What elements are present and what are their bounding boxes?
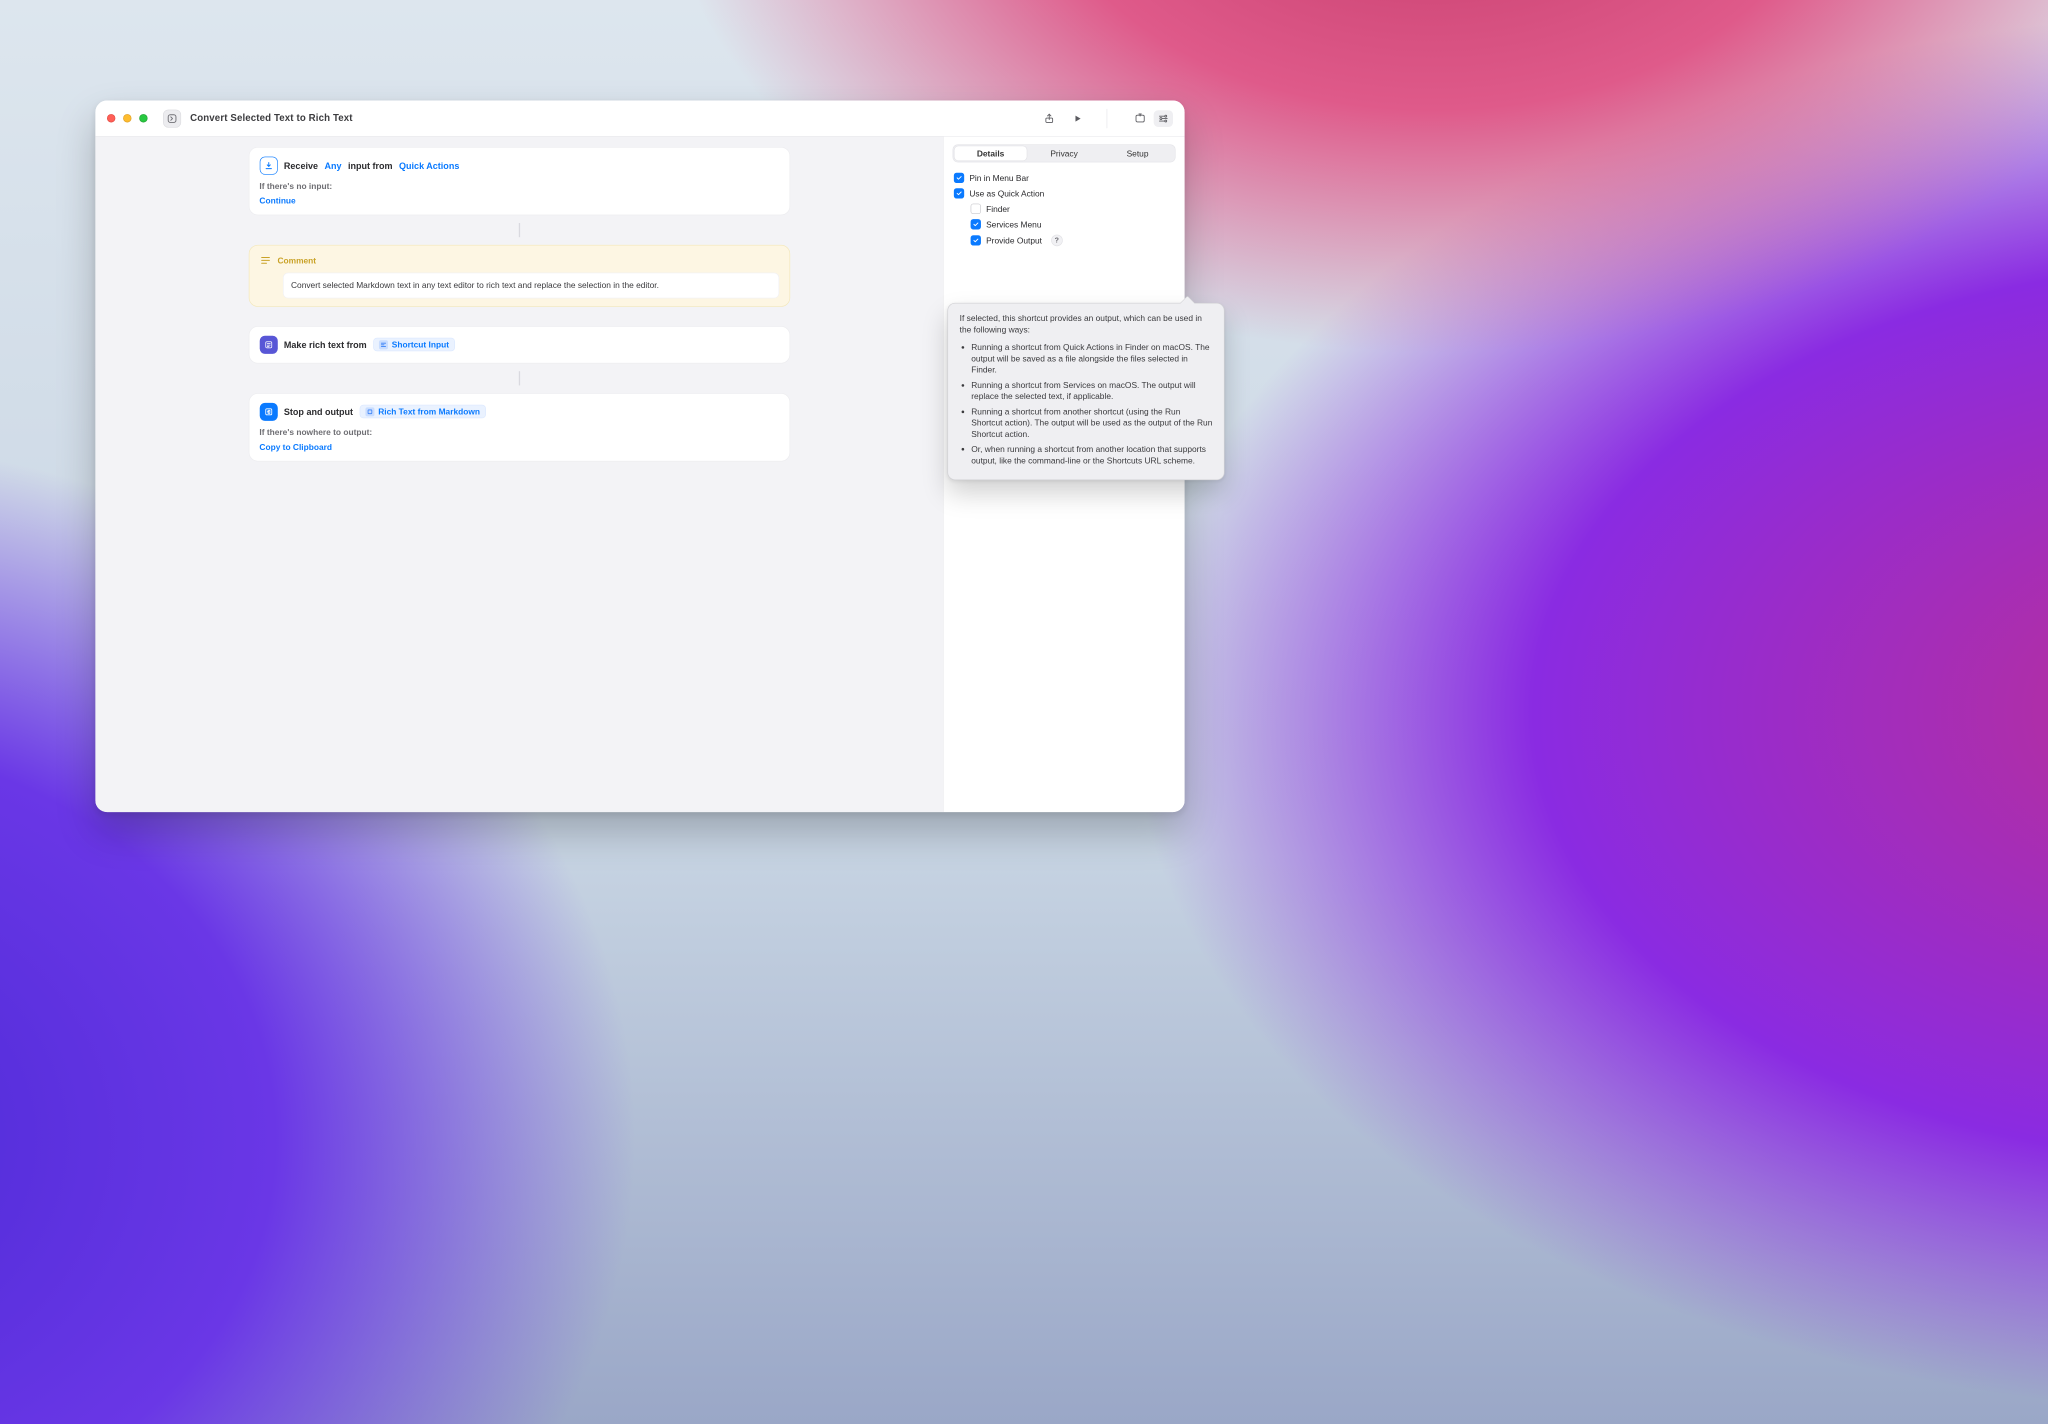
help-popover: If selected, this shortcut provides an o… bbox=[947, 303, 1224, 480]
receive-icon bbox=[259, 157, 277, 175]
popover-intro: If selected, this shortcut provides an o… bbox=[960, 313, 1214, 336]
checkbox-icon bbox=[971, 219, 981, 229]
check-quick-action-label: Use as Quick Action bbox=[969, 189, 1044, 199]
help-icon[interactable]: ? bbox=[1051, 235, 1063, 247]
popover-item: Or, when running a shortcut from another… bbox=[971, 444, 1213, 467]
checkbox-icon bbox=[971, 204, 981, 214]
popover-list: Running a shortcut from Quick Actions in… bbox=[960, 342, 1214, 467]
receive-label-pre: Receive bbox=[284, 160, 318, 170]
step-receive[interactable]: Receive Any input from Quick Actions If … bbox=[248, 147, 789, 215]
zoom-button[interactable] bbox=[139, 114, 147, 122]
titlebar: Convert Selected Text to Rich Text bbox=[95, 101, 1184, 137]
tab-privacy[interactable]: Privacy bbox=[1028, 146, 1100, 160]
check-services[interactable]: Services Menu bbox=[971, 219, 1175, 229]
tab-setup[interactable]: Setup bbox=[1101, 146, 1173, 160]
variable-icon bbox=[365, 407, 374, 416]
library-toggle[interactable] bbox=[1130, 110, 1149, 127]
stop-nowhere-action[interactable]: Copy to Clipboard bbox=[259, 442, 332, 452]
variable-icon bbox=[379, 340, 388, 349]
stop-output-chip[interactable]: Rich Text from Markdown bbox=[360, 405, 486, 419]
connector bbox=[519, 371, 520, 385]
share-button[interactable] bbox=[1040, 110, 1059, 127]
checkbox-icon bbox=[954, 173, 964, 183]
check-provide-output-label: Provide Output bbox=[986, 236, 1042, 246]
make-rich-label: Make rich text from bbox=[284, 339, 367, 349]
make-rich-input-label: Shortcut Input bbox=[392, 340, 449, 350]
stop-nowhere-label: If there's nowhere to output: bbox=[259, 427, 778, 437]
check-pin-menubar-label: Pin in Menu Bar bbox=[969, 173, 1029, 183]
connector bbox=[519, 223, 520, 237]
stop-output-label: Stop and output bbox=[284, 406, 353, 416]
checkbox-icon bbox=[971, 235, 981, 245]
step-stop-output[interactable]: Stop and output Rich Text from Markdown … bbox=[248, 393, 789, 461]
stop-output-chip-label: Rich Text from Markdown bbox=[378, 407, 480, 417]
receive-token-any[interactable]: Any bbox=[324, 160, 341, 170]
popover-item: Running a shortcut from another shortcut… bbox=[971, 406, 1213, 440]
minimize-button[interactable] bbox=[123, 114, 131, 122]
check-pin-menubar[interactable]: Pin in Menu Bar bbox=[954, 173, 1174, 183]
check-finder-label: Finder bbox=[986, 204, 1010, 214]
receive-token-source[interactable]: Quick Actions bbox=[399, 160, 459, 170]
editor-canvas[interactable]: Receive Any input from Quick Actions If … bbox=[95, 137, 943, 812]
receive-noinput-label: If there's no input: bbox=[259, 181, 778, 191]
run-button[interactable] bbox=[1068, 110, 1087, 127]
step-comment[interactable]: Comment Convert selected Markdown text i… bbox=[248, 245, 789, 307]
tab-details[interactable]: Details bbox=[955, 146, 1027, 160]
stop-output-icon bbox=[259, 403, 277, 421]
inspector-toggle[interactable] bbox=[1154, 110, 1173, 127]
close-button[interactable] bbox=[107, 114, 115, 122]
receive-label-mid: input from bbox=[348, 160, 393, 170]
window-title: Convert Selected Text to Rich Text bbox=[190, 113, 353, 124]
popover-item: Running a shortcut from Services on macO… bbox=[971, 379, 1213, 402]
comment-title: Comment bbox=[277, 256, 316, 266]
comment-icon bbox=[259, 255, 271, 267]
check-finder[interactable]: Finder bbox=[971, 204, 1175, 214]
check-services-label: Services Menu bbox=[986, 219, 1041, 229]
richtext-icon bbox=[259, 335, 277, 353]
inspector-tabs: Details Privacy Setup bbox=[953, 144, 1176, 162]
check-quick-action[interactable]: Use as Quick Action bbox=[954, 188, 1174, 198]
popover-item: Running a shortcut from Quick Actions in… bbox=[971, 342, 1213, 376]
comment-body[interactable]: Convert selected Markdown text in any te… bbox=[283, 273, 779, 298]
shortcut-icon bbox=[163, 109, 181, 127]
check-provide-output[interactable]: Provide Output ? bbox=[971, 235, 1175, 247]
step-make-rich[interactable]: Make rich text from Shortcut Input bbox=[248, 326, 789, 363]
titlebar-divider bbox=[1107, 109, 1108, 128]
details-checks: Pin in Menu Bar Use as Quick Action Find… bbox=[953, 170, 1176, 246]
receive-noinput-action[interactable]: Continue bbox=[259, 196, 295, 206]
window-controls bbox=[107, 114, 148, 122]
make-rich-input-chip[interactable]: Shortcut Input bbox=[373, 338, 455, 352]
checkbox-icon bbox=[954, 188, 964, 198]
